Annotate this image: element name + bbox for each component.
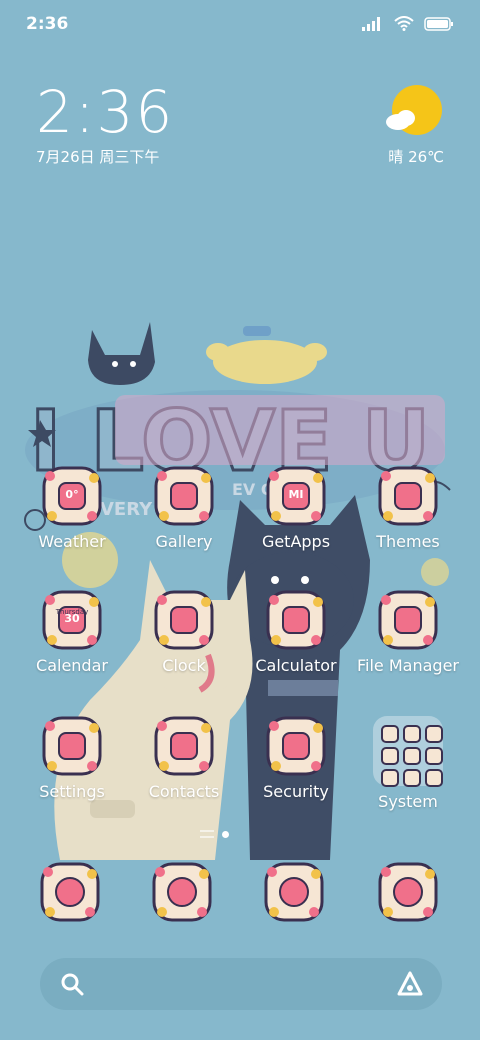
app-label: File Manager (357, 656, 459, 675)
app-icon-badge: 0° (65, 488, 79, 501)
messages-icon (152, 862, 212, 922)
weather-icon: 0° (42, 466, 102, 526)
app-calendar[interactable]: 30 Thursday Calendar (12, 590, 132, 675)
weather-widget[interactable] (384, 84, 444, 144)
dock-messages-button[interactable] (152, 862, 212, 922)
app-label: GetApps (261, 532, 331, 551)
contacts-icon (154, 716, 214, 776)
app-gallery[interactable]: Gallery (124, 466, 244, 551)
clock-widget-date: 7月26日 周三下午 (36, 148, 160, 166)
phone-icon (40, 862, 100, 922)
folder-mini-icon (425, 725, 443, 743)
folder-mini-icon (381, 725, 399, 743)
app-label: Gallery (155, 532, 213, 551)
getapps-icon: MI (266, 466, 326, 526)
camera-icon (378, 862, 438, 922)
dock-browser-button[interactable] (264, 862, 324, 922)
app-settings[interactable]: Settings (12, 716, 132, 801)
signal-icon (362, 16, 380, 31)
app-icon-badge-top: Thursday (55, 608, 89, 616)
app-label: Settings (39, 782, 105, 801)
app-label: Themes (376, 532, 440, 551)
app-icon-badge: MI (288, 488, 304, 501)
app-contacts[interactable]: Contacts (124, 716, 244, 801)
status-icons (362, 16, 454, 31)
app-security[interactable]: Security (236, 716, 356, 801)
search-icon (61, 973, 84, 996)
gallery-icon (154, 466, 214, 526)
browser-icon (264, 862, 324, 922)
app-weather[interactable]: 0° Weather (12, 466, 132, 551)
status-bar: 2:36 (0, 0, 480, 50)
folder-mini-icon (425, 747, 443, 765)
status-time: 2:36 (26, 14, 69, 34)
folder-mini-icon (403, 769, 421, 787)
dock-phone-button[interactable] (40, 862, 100, 922)
folder-mini-icon (425, 769, 443, 787)
app-themes[interactable]: Themes (348, 466, 468, 551)
clock-icon (154, 590, 214, 650)
app-system[interactable]: System (348, 716, 468, 811)
app-label: Clock (162, 656, 206, 675)
sun-cloud-icon (386, 85, 442, 135)
settings-icon (42, 716, 102, 776)
app-label: Security (263, 782, 329, 801)
folder-mini-icon (381, 747, 399, 765)
app-getapps[interactable]: MI GetApps (236, 466, 356, 551)
calendar-icon: 30 Thursday (42, 590, 102, 650)
dock-camera-button[interactable] (378, 862, 438, 922)
folder-icon (378, 590, 438, 650)
folder-mini-icon (381, 769, 399, 787)
app-file-manager[interactable]: File Manager (348, 590, 468, 675)
page-indicator-lines-icon (200, 830, 214, 838)
app-label: Calendar (36, 656, 108, 675)
app-clock[interactable]: Clock (124, 590, 244, 675)
page-dot-current (222, 830, 229, 838)
weather-widget-text: 晴 26℃ (388, 148, 444, 166)
app-label: Calculator (255, 656, 337, 675)
security-icon (266, 716, 326, 776)
page-indicator (200, 830, 229, 838)
battery-icon (424, 16, 453, 31)
assistant-icon[interactable] (396, 970, 424, 998)
search-bar[interactable] (40, 958, 442, 1010)
wifi-icon (394, 16, 414, 31)
app-calculator[interactable]: Calculator (236, 590, 356, 675)
app-label: Contacts (148, 782, 220, 801)
system-folder-icon (373, 716, 443, 787)
app-label: System (378, 792, 438, 811)
folder-mini-icon (403, 725, 421, 743)
calculator-icon (266, 590, 326, 650)
themes-icon (378, 466, 438, 526)
folder-mini-icon (403, 747, 421, 765)
app-label: Weather (38, 532, 106, 551)
clock-widget-time[interactable]: 2:36 (36, 78, 174, 146)
